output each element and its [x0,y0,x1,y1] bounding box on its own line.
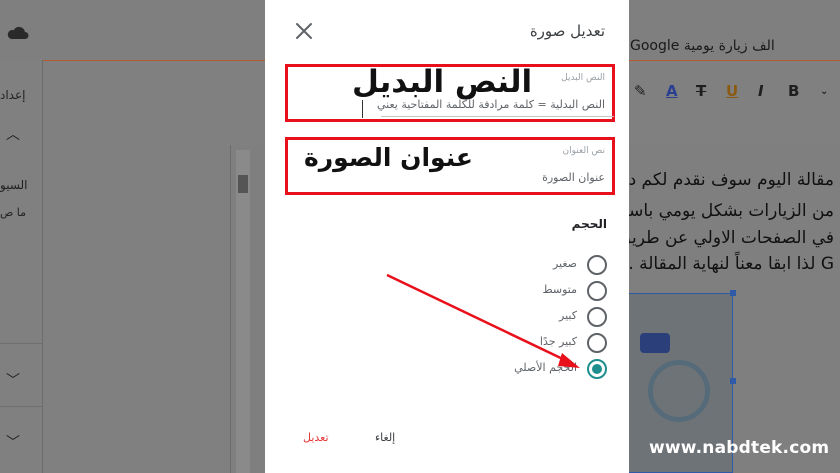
document-line-3: في الصفحات الاولي عن طريق [617,228,834,248]
alt-text-label: النص البديل [561,73,605,83]
bold-icon[interactable]: B [788,82,799,100]
watermark: www.nabdtek.com [649,438,830,458]
title-text-annotation: عنوان الصورة [304,143,473,172]
resize-handle[interactable] [730,290,736,296]
strikethrough-icon[interactable]: T [696,82,706,100]
alt-text-underline [381,116,614,117]
magnifier-graphic [648,360,710,422]
chevron-up-icon[interactable]: ︿ [6,124,20,144]
size-option-small[interactable]: صغير [487,255,607,277]
resize-handle-2[interactable] [730,378,736,384]
size-option-large[interactable]: كبير [487,307,607,329]
size-option-original[interactable]: الحجم الأصلي [487,359,607,381]
size-option-label: صغير [552,257,577,270]
italic-icon[interactable]: I [758,82,764,100]
formatting-toolbar: ✎ A T U I B ⌄ [628,82,840,110]
size-option-label: متوسط [542,283,577,296]
radio-xlarge[interactable] [587,333,607,353]
size-option-xlarge[interactable]: كبير جدًا [487,333,607,355]
sidebar-divider-1 [0,343,42,344]
title-text-label: نص العنوان [562,146,605,156]
sidebar-item-text: ما ص [0,206,27,219]
scrollbar-thumb[interactable] [238,175,248,193]
radio-small[interactable] [587,255,607,275]
alt-text-input[interactable] [345,98,605,111]
radio-large[interactable] [587,307,607,327]
sidebar-divider-2 [0,406,42,407]
radio-original[interactable] [587,359,607,379]
size-heading: الحجم [571,217,607,231]
size-option-label: الحجم الأصلي [514,361,577,374]
toolbar-more-icon[interactable]: ⌄ [820,86,828,97]
sidebar-item-seo[interactable]: السيو [0,178,28,192]
highlight-icon[interactable]: ✎ [634,82,647,100]
sidebar-item-settings[interactable]: إعداد [0,88,25,102]
image-badge [640,333,670,353]
size-option-medium[interactable]: متوسط [487,281,607,303]
chevron-down-icon[interactable]: ﹀ [6,370,20,390]
text-color-icon[interactable]: A [666,82,678,100]
document-title: الف زيارة يومية Google [630,38,775,54]
text-cursor [362,100,363,118]
dialog-title: تعديل صورة [529,22,605,40]
cloud-icon [7,26,29,39]
radio-medium[interactable] [587,281,607,301]
size-option-label: كبير [559,309,577,322]
title-text-input[interactable] [345,171,605,184]
document-line-1: مقالة اليوم سوف نقدم لكم دليل [605,170,834,190]
underline-icon[interactable]: U [726,82,738,100]
document-line-4: G لذا ابقا معناً لنهاية المقالة . [628,254,834,274]
chevron-down-icon-2[interactable]: ﹀ [6,432,20,452]
size-option-label: كبير جدًا [539,335,577,348]
sidebar-divider [42,60,43,473]
close-icon[interactable] [293,20,315,42]
cancel-button[interactable]: إلغاء [375,431,395,444]
edit-image-dialog: تعديل صورة النص البديل النص البديل نص ال… [265,0,629,473]
scrollbar[interactable] [236,150,250,473]
alt-text-field[interactable]: النص البديل النص البديل [285,64,615,122]
edit-button[interactable]: تعديل [303,431,329,444]
alt-text-annotation: النص البديل [352,64,533,100]
document-line-2: من الزيارات بشكل يومي باستخ [613,201,834,221]
title-text-field[interactable]: نص العنوان عنوان الصورة [285,137,615,195]
